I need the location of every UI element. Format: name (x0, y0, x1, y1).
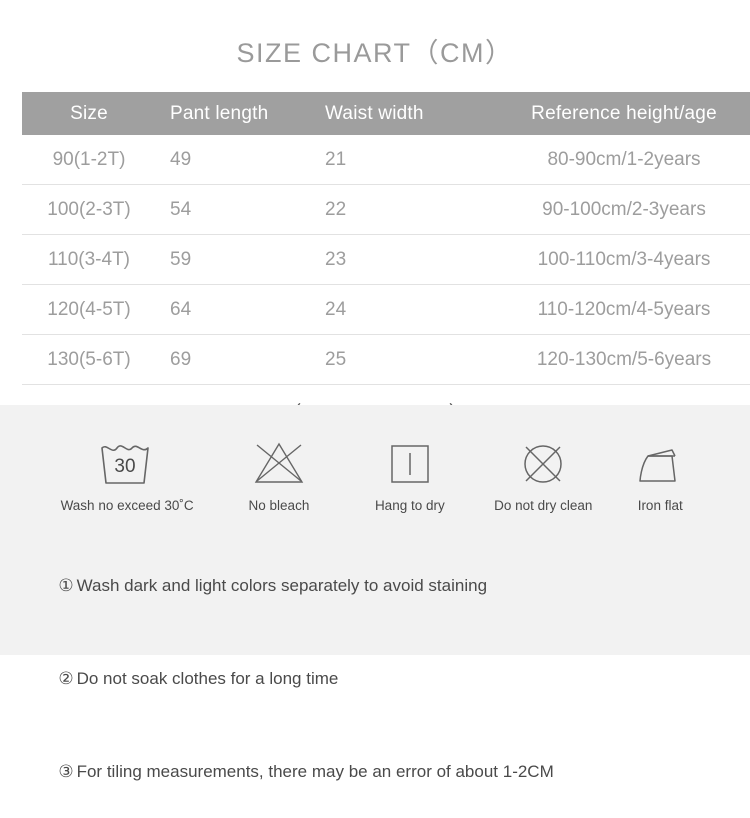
table-row: 110(3-4T) 59 23 100-110cm/3-4years (22, 234, 750, 285)
table-row: 130(5-6T) 69 25 120-130cm/5-6years (22, 334, 750, 385)
care-label-wash: Wash no exceed 30˚C (60, 498, 194, 513)
wash-tub-30-icon: 30 (96, 431, 158, 487)
note-text: For tiling measurements, there may be an… (76, 762, 554, 781)
care-item-wash: 30 Wash no exceed 30˚C (40, 431, 214, 513)
cell-pant-length: 49 (156, 135, 311, 185)
table-row: 120(4-5T) 64 24 110-120cm/4-5years (22, 284, 750, 335)
care-label-iron-flat: Iron flat (637, 498, 683, 513)
cell-waist-width: 23 (311, 234, 486, 285)
size-chart-table: Size Pant length Waist width Reference h… (22, 92, 750, 385)
care-item-iron-flat: Iron flat (610, 431, 710, 513)
note-number: ② (58, 669, 74, 688)
iron-flat-icon (632, 431, 688, 487)
cell-reference: 90-100cm/2-3years (486, 184, 750, 235)
cell-pant-length: 69 (156, 334, 311, 385)
cell-reference: 120-130cm/5-6years (486, 334, 750, 385)
cell-reference: 100-110cm/3-4years (486, 234, 750, 285)
column-header-pant-length: Pant length (156, 92, 311, 135)
cell-size: 100(2-3T) (22, 184, 156, 235)
cell-pant-length: 54 (156, 184, 311, 235)
column-header-size: Size (22, 92, 156, 135)
cell-waist-width: 22 (311, 184, 486, 235)
table-row: 90(1-2T) 49 21 80-90cm/1-2years (22, 135, 750, 185)
table-header-row: Size Pant length Waist width Reference h… (22, 92, 750, 135)
column-header-reference-height: Reference height/age (486, 92, 750, 135)
cell-pant-length: 64 (156, 284, 311, 335)
cell-size: 90(1-2T) (22, 135, 156, 185)
table-header: Size Pant length Waist width Reference h… (22, 92, 750, 135)
cell-size: 130(5-6T) (22, 334, 156, 385)
care-note-item: ② Do not soak clothes for a long time (30, 632, 750, 725)
care-item-no-bleach: No bleach (214, 431, 343, 513)
cell-pant-length: 59 (156, 234, 311, 285)
cell-waist-width: 24 (311, 284, 486, 335)
care-item-no-dry-clean: Do not dry clean (476, 431, 610, 513)
care-item-hang-to-dry: Hang to dry (344, 431, 476, 513)
wash-temperature-text: 30 (115, 456, 136, 477)
care-instructions-section: 30 Wash no exceed 30˚C No bleach Hang to… (0, 405, 750, 781)
care-icon-row: 30 Wash no exceed 30˚C No bleach Hang to… (0, 405, 750, 513)
note-number: ③ (58, 762, 74, 781)
care-note-item: ③ For tiling measurements, there may be a… (30, 725, 750, 818)
cell-waist-width: 25 (311, 334, 486, 385)
table-row: 100(2-3T) 54 22 90-100cm/2-3years (22, 184, 750, 235)
cell-waist-width: 21 (311, 135, 486, 185)
column-header-waist-width: Waist width (311, 92, 486, 135)
cell-reference: 80-90cm/1-2years (486, 135, 750, 185)
care-label-no-dry-clean: Do not dry clean (494, 498, 593, 513)
no-bleach-icon (250, 431, 308, 487)
note-text: Wash dark and light colors separately to… (76, 576, 488, 595)
hang-to-dry-icon (385, 431, 435, 487)
cell-size: 120(4-5T) (22, 284, 156, 335)
table-body: 90(1-2T) 49 21 80-90cm/1-2years 100(2-3T… (22, 135, 750, 385)
size-chart-table-container: Size Pant length Waist width Reference h… (22, 92, 750, 385)
cell-size: 110(3-4T) (22, 234, 156, 285)
note-number: ① (58, 576, 74, 595)
care-label-hang-to-dry: Hang to dry (374, 498, 445, 513)
care-note-item: ① Wash dark and light colors separately t… (30, 539, 750, 632)
care-notes-list: ① Wash dark and light colors separately t… (0, 513, 750, 818)
care-label-no-bleach: No bleach (248, 498, 310, 513)
do-not-dry-clean-icon (517, 431, 569, 487)
note-text: Do not soak clothes for a long time (76, 669, 339, 688)
page-title: SIZE CHART（CM） (236, 38, 514, 68)
cell-reference: 110-120cm/4-5years (486, 284, 750, 335)
